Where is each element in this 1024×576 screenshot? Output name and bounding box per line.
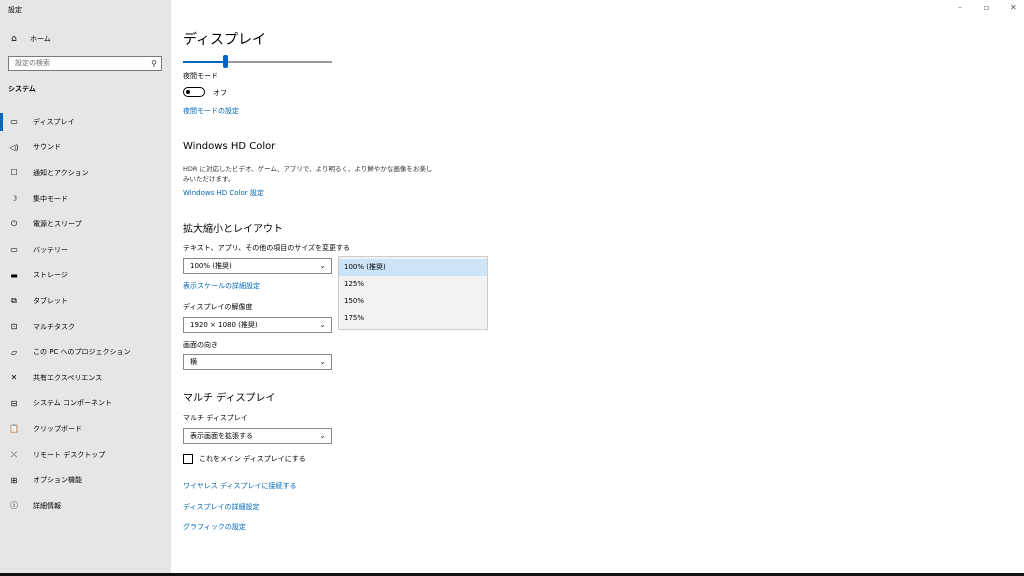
sidebar-item[interactable]: ☽ 集中モード (0, 186, 171, 212)
scale-option[interactable]: 100% (推奨) (339, 259, 487, 276)
sidebar-item-label: リモート デスクトップ (33, 450, 106, 459)
sidebar: 設定 ⌂ ホーム 設定の検索 ⚲ システム ▭ ディスプレイ ◁) サウンド ☐ 通知とア… (0, 0, 171, 576)
scale-options-list: 100% (推奨) 125% 150% 175% (338, 256, 488, 330)
storage-icon: ▬ (10, 270, 18, 280)
orientation-dropdown-value: 横 (190, 358, 197, 366)
multi-display-label: マルチ ディスプレイ (183, 414, 248, 422)
advanced-display-link[interactable]: ディスプレイの詳細設定 (183, 502, 260, 512)
speaker-icon: ◁) (9, 142, 19, 152)
orientation-label: 画面の向き (183, 341, 218, 349)
sidebar-item[interactable]: ⏻ 電源とスリープ (0, 211, 171, 237)
resolution-label: ディスプレイの解像度 (183, 303, 253, 311)
chevron-down-icon: ⌄ (319, 357, 326, 366)
night-light-label: 夜間モード (183, 72, 218, 80)
chevron-down-icon: ⌄ (319, 261, 326, 270)
advanced-scale-link[interactable]: 表示スケールの詳細設定 (183, 281, 260, 291)
night-light-state: オフ (213, 89, 227, 97)
scale-dropdown[interactable]: 100% (推奨) ⌄ (183, 258, 332, 274)
search-input[interactable]: 設定の検索 ⚲ (8, 56, 162, 71)
night-light-toggle[interactable] (183, 87, 205, 97)
sidebar-item[interactable]: ⊟ システム コンポーネント (0, 391, 171, 417)
components-icon: ⊟ (10, 398, 18, 408)
sidebar-item[interactable]: ▭ バッテリー (0, 237, 171, 263)
main-content: ディスプレイ 夜間モード オフ 夜間モードの設定 Windows HD Colo… (171, 0, 1024, 576)
sidebar-item[interactable]: 📋 クリップボード (0, 416, 171, 442)
sidebar-item-label: 詳細情報 (33, 501, 61, 510)
scale-option[interactable]: 150% (339, 293, 487, 310)
scale-layout-heading: 拡大縮小とレイアウト (183, 224, 283, 235)
moon-icon: ☽ (10, 194, 18, 204)
sidebar-nav: ▭ ディスプレイ ◁) サウンド ☐ 通知とアクション ☽ 集中モード ⏻ 電源とスリープ ▭ バッテ… (0, 109, 171, 519)
power-icon: ⏻ (10, 219, 18, 229)
sidebar-item[interactable]: ⓘ 詳細情報 (0, 493, 171, 519)
hdr-heading: Windows HD Color (183, 141, 276, 152)
chevron-down-icon: ⌄ (319, 320, 326, 329)
sidebar-item[interactable]: ◁) サウンド (0, 135, 171, 161)
orientation-dropdown[interactable]: 横 ⌄ (183, 354, 332, 370)
sidebar-item[interactable]: ⊞ オプション機能 (0, 467, 171, 493)
app-title: 設定 (8, 6, 22, 14)
sidebar-item-label: オプション機能 (33, 476, 82, 485)
hdr-description: HDR に対応したビデオ、ゲーム、アプリで、より明るく、より鮮やかな画像をお楽し… (183, 165, 433, 183)
project-icon: ▱ (10, 347, 18, 357)
display-icon: ▭ (10, 117, 18, 127)
clipboard-icon: 📋 (9, 424, 19, 434)
resolution-dropdown-value: 1920 × 1080 (推奨) (190, 321, 258, 329)
sidebar-item-label: タブレット (33, 296, 68, 305)
sidebar-item-label: 電源とスリープ (33, 220, 82, 229)
notification-icon: ☐ (10, 168, 18, 178)
resolution-dropdown[interactable]: 1920 × 1080 (推奨) ⌄ (183, 317, 332, 333)
info-icon: ⓘ (10, 501, 18, 511)
main-display-checkbox-label[interactable]: これをメイン ディスプレイにする (199, 454, 306, 464)
sidebar-item[interactable]: ☐ 通知とアクション (0, 160, 171, 186)
sidebar-item[interactable]: ⊡ マルチタスク (0, 314, 171, 340)
brightness-slider-thumb[interactable] (222, 55, 228, 68)
home-icon: ⌂ (11, 34, 17, 44)
sidebar-item[interactable]: ⤫ リモート デスクトップ (0, 442, 171, 468)
sidebar-item[interactable]: ▭ ディスプレイ (0, 109, 171, 135)
chevron-down-icon: ⌄ (319, 431, 326, 440)
optional-features-icon: ⊞ (10, 475, 18, 485)
sidebar-item[interactable]: ▱ この PC へのプロジェクション (0, 339, 171, 365)
scale-option[interactable]: 125% (339, 276, 487, 293)
hdr-settings-link[interactable]: Windows HD Color 設定 (183, 188, 264, 198)
multi-display-dropdown-value: 表示画面を拡張する (190, 432, 253, 440)
search-placeholder: 設定の検索 (15, 59, 50, 67)
remote-desktop-icon: ⤫ (10, 449, 18, 459)
scale-dropdown-value: 100% (推奨) (190, 262, 232, 270)
shared-experience-icon: ✕ (10, 373, 18, 383)
sidebar-item-label: システム コンポーネント (33, 399, 113, 408)
multi-display-heading: マルチ ディスプレイ (183, 393, 276, 404)
sidebar-item[interactable]: ▬ ストレージ (0, 263, 171, 289)
multi-display-dropdown[interactable]: 表示画面を拡張する ⌄ (183, 428, 332, 444)
brightness-slider-fill (183, 61, 225, 63)
home-label: ホーム (30, 35, 51, 43)
sidebar-item-label: ストレージ (33, 271, 68, 280)
sidebar-item-label: マルチタスク (33, 322, 75, 331)
sidebar-item-label: 通知とアクション (33, 168, 89, 177)
wireless-display-link[interactable]: ワイヤレス ディスプレイに接続する (183, 481, 297, 491)
sidebar-section-label: システム (8, 85, 36, 93)
battery-icon: ▭ (10, 245, 18, 255)
multitask-icon: ⊡ (10, 322, 18, 332)
scale-label: テキスト、アプリ、その他の項目のサイズを変更する (183, 244, 351, 252)
sidebar-item-label: この PC へのプロジェクション (33, 348, 131, 357)
main-display-checkbox[interactable] (183, 454, 193, 464)
sidebar-item-label: ディスプレイ (33, 117, 75, 126)
sidebar-item-label: サウンド (33, 143, 61, 152)
tablet-icon: ⧉ (11, 295, 17, 305)
sidebar-item[interactable]: ✕ 共有エクスペリエンス (0, 365, 171, 391)
night-light-settings-link[interactable]: 夜間モードの設定 (183, 106, 239, 116)
scale-option[interactable]: 175% (339, 310, 487, 327)
graphics-settings-link[interactable]: グラフィックの設定 (183, 522, 246, 532)
sidebar-item-label: クリップボード (33, 424, 82, 433)
page-title: ディスプレイ (183, 32, 267, 48)
sidebar-item[interactable]: ⧉ タブレット (0, 288, 171, 314)
sidebar-item-label: 共有エクスペリエンス (33, 373, 103, 382)
sidebar-item-label: 集中モード (33, 194, 68, 203)
search-icon[interactable]: ⚲ (151, 57, 157, 70)
sidebar-item-label: バッテリー (33, 245, 68, 254)
home-nav-item[interactable]: ⌂ ホーム (8, 32, 51, 46)
